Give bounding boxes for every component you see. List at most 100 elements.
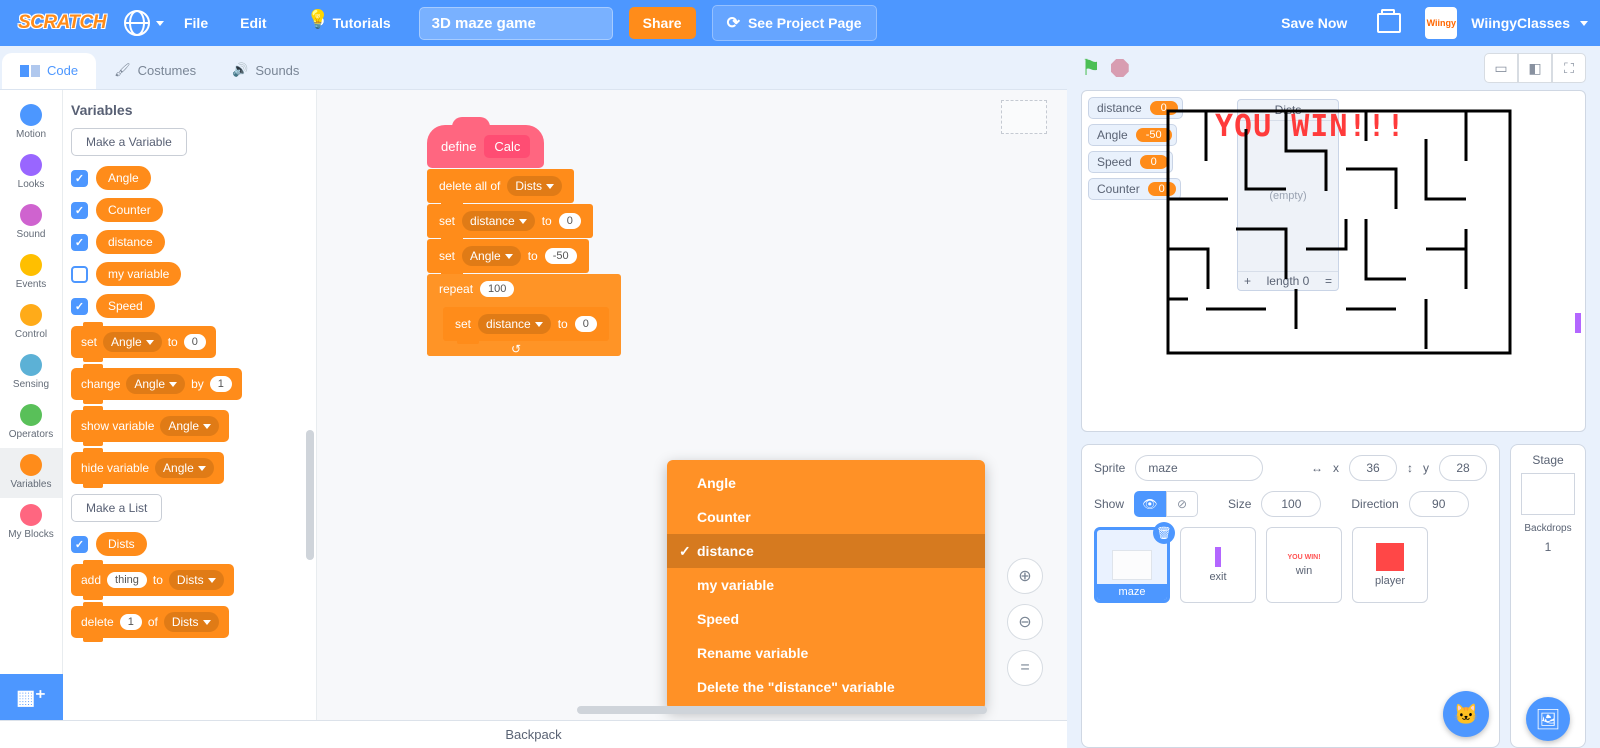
zoom-reset-button[interactable]: =	[1007, 650, 1043, 686]
add-sprite-button[interactable]: 🐱	[1443, 691, 1489, 737]
sprite-size-input[interactable]	[1261, 491, 1321, 517]
sprite-win[interactable]: YOU WIN!win	[1266, 527, 1342, 603]
checkbox[interactable]	[71, 170, 88, 187]
show-button[interactable]: 👁	[1134, 491, 1166, 517]
sprites-list: 🗑maze exit YOU WIN!win player	[1094, 527, 1487, 603]
sprite-x-input[interactable]	[1349, 455, 1397, 481]
small-stage-button[interactable]: ▭	[1484, 53, 1518, 83]
sensing-dot-icon	[20, 354, 42, 376]
ctx-rename[interactable]: Rename variable	[667, 636, 985, 670]
cat-sound[interactable]: Sound	[0, 198, 62, 248]
checkbox[interactable]	[71, 536, 88, 553]
cat-sensing[interactable]: Sensing	[0, 348, 62, 398]
stage-thumbnail[interactable]	[1521, 473, 1575, 515]
monitor-speed[interactable]: Speed0	[1088, 151, 1173, 173]
hide-button[interactable]: ⊘	[1166, 491, 1198, 517]
delete-sprite-icon[interactable]: 🗑	[1153, 522, 1175, 544]
make-variable-button[interactable]: Make a Variable	[71, 128, 187, 156]
avatar[interactable]: Wiingy	[1425, 7, 1457, 39]
sprite-name-input[interactable]	[1135, 455, 1263, 481]
sprite-exit[interactable]: exit	[1180, 527, 1256, 603]
sprite-direction-input[interactable]	[1409, 491, 1469, 517]
cat-motion[interactable]: Motion	[0, 98, 62, 148]
tab-code[interactable]: Code	[2, 53, 96, 89]
var-myvariable[interactable]: my variable	[71, 262, 304, 286]
ctx-counter[interactable]: Counter	[667, 500, 985, 534]
tutorials-link[interactable]: Tutorials	[297, 13, 403, 33]
checkbox[interactable]	[71, 266, 88, 283]
cat-looks[interactable]: Looks	[0, 148, 62, 198]
ctx-myvariable[interactable]: my variable	[667, 568, 985, 602]
block-hide-var[interactable]: hide variableAngle	[71, 452, 224, 484]
var-distance[interactable]: distance	[71, 230, 304, 254]
sprite-maze[interactable]: 🗑maze	[1094, 527, 1170, 603]
fullscreen-button[interactable]: ⛶	[1552, 53, 1586, 83]
block-repeat[interactable]: repeat100 setdistanceto0 ↺	[427, 274, 621, 356]
block-delete-list[interactable]: delete1ofDists	[71, 606, 229, 638]
cat-operators[interactable]: Operators	[0, 398, 62, 448]
stage[interactable]: distance0 Angle-50 Speed0 Counter0 Dists…	[1081, 90, 1586, 432]
see-project-page-button[interactable]: ⟳See Project Page	[712, 5, 877, 41]
script-canvas[interactable]: defineCalc delete all ofDists setdistanc…	[317, 90, 1067, 720]
edit-menu[interactable]: Edit	[228, 15, 278, 31]
ctx-speed[interactable]: Speed	[667, 602, 985, 636]
ctx-distance[interactable]: ✓distance	[667, 534, 985, 568]
speaker-icon: 🔊	[232, 62, 248, 78]
variables-dot-icon	[20, 454, 42, 476]
file-menu[interactable]: File	[172, 15, 220, 31]
block-set-var[interactable]: setAngleto0	[71, 326, 216, 358]
large-stage-button[interactable]: ◧	[1518, 53, 1552, 83]
var-angle[interactable]: Angle	[71, 166, 304, 190]
zoom-out-button[interactable]: ⊖	[1007, 604, 1043, 640]
sprite-info-panel: Sprite ↔x ↕y Show 👁⊘ Size Direction 🗑maz…	[1081, 444, 1500, 748]
var-counter[interactable]: Counter	[71, 198, 304, 222]
cat-myblocks[interactable]: My Blocks	[0, 498, 62, 548]
var-speed[interactable]: Speed	[71, 294, 304, 318]
add-backdrop-button[interactable]: 🖼	[1526, 697, 1570, 741]
globe-icon	[124, 10, 150, 36]
stop-icon[interactable]	[1111, 59, 1129, 77]
scratch-logo[interactable]: SCRATCH	[12, 12, 112, 34]
ctx-angle[interactable]: Angle	[667, 466, 985, 500]
size-label: Size	[1228, 497, 1251, 511]
cat-control[interactable]: Control	[0, 298, 62, 348]
language-menu[interactable]	[120, 10, 164, 36]
top-bar: SCRATCH File Edit Tutorials Share ⟳See P…	[0, 0, 1600, 46]
green-flag-icon[interactable]: ⚑	[1081, 55, 1101, 81]
checkbox[interactable]	[71, 298, 88, 315]
script-stack[interactable]: defineCalc delete all ofDists setdistanc…	[427, 125, 621, 356]
block-set-distance-inner[interactable]: setdistanceto0	[443, 307, 609, 341]
check-icon: ✓	[679, 543, 691, 560]
block-delete-all[interactable]: delete all ofDists	[427, 169, 574, 203]
ctx-delete[interactable]: Delete the "distance" variable	[667, 670, 985, 704]
backpack-bar[interactable]: Backpack	[0, 720, 1067, 748]
save-now-link[interactable]: Save Now	[1269, 15, 1359, 31]
tab-costumes[interactable]: 🖌Costumes	[96, 52, 214, 89]
block-show-var[interactable]: show variableAngle	[71, 410, 229, 442]
sprite-y-input[interactable]	[1439, 455, 1487, 481]
canvas-scrollbar-h[interactable]	[577, 706, 987, 714]
monitor-angle[interactable]: Angle-50	[1088, 124, 1177, 146]
make-list-button[interactable]: Make a List	[71, 494, 162, 522]
checkbox[interactable]	[71, 202, 88, 219]
tab-sounds[interactable]: 🔊Sounds	[214, 52, 317, 89]
share-button[interactable]: Share	[629, 7, 696, 39]
palette-scrollbar[interactable]	[306, 430, 314, 560]
folder-icon[interactable]	[1377, 13, 1401, 33]
list-dists[interactable]: Dists	[71, 532, 304, 556]
sprite-player[interactable]: player	[1352, 527, 1428, 603]
define-hat[interactable]: defineCalc	[427, 125, 544, 168]
cat-events[interactable]: Events	[0, 248, 62, 298]
block-change-var[interactable]: changeAngleby1	[71, 368, 242, 400]
block-set-angle[interactable]: setAngleto-50	[427, 239, 589, 273]
checkbox[interactable]	[71, 234, 88, 251]
cat-variables[interactable]: Variables	[0, 448, 62, 498]
zoom-in-button[interactable]: ⊕	[1007, 558, 1043, 594]
stage-panel[interactable]: Stage Backdrops 1 🖼	[1510, 444, 1586, 748]
add-extension-button[interactable]: ▦⁺	[0, 674, 63, 720]
block-set-distance[interactable]: setdistanceto0	[427, 204, 593, 238]
block-add-list[interactable]: addthingtoDists	[71, 564, 234, 596]
username[interactable]: WiingyClasses	[1471, 15, 1570, 31]
project-title-input[interactable]	[419, 7, 613, 40]
block-palette: Variables Make a Variable Angle Counter …	[63, 90, 317, 720]
